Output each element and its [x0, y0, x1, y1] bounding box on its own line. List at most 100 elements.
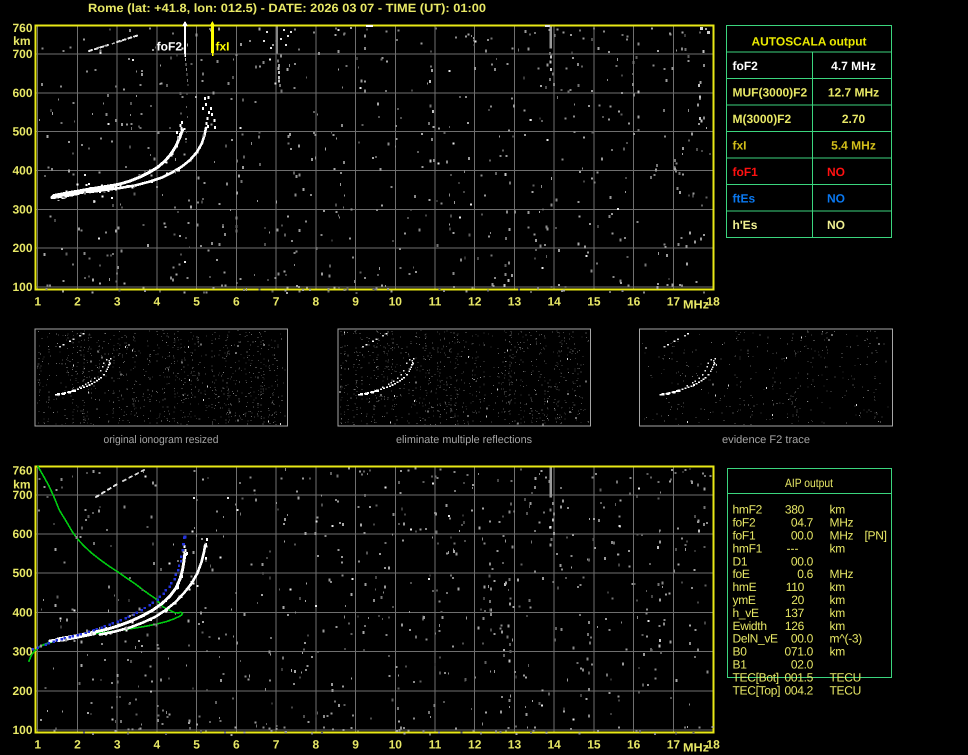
svg-text:5: 5	[193, 738, 200, 752]
svg-text:eliminate multiple reflections: eliminate multiple reflections	[396, 434, 532, 446]
svg-text:evidence F2 trace: evidence F2 trace	[722, 434, 810, 446]
svg-text:110: 110	[786, 580, 805, 594]
svg-text:00.0: 00.0	[791, 632, 814, 646]
svg-text:fxI: fxI	[733, 139, 747, 153]
svg-text:11: 11	[429, 295, 442, 309]
svg-text:1: 1	[34, 295, 41, 309]
svg-text:4: 4	[154, 738, 161, 752]
svg-text:12: 12	[468, 295, 482, 309]
svg-text:13: 13	[508, 295, 522, 309]
svg-text:200: 200	[12, 684, 32, 698]
svg-text:3: 3	[114, 738, 121, 752]
svg-text:4.7 MHz: 4.7 MHz	[831, 59, 876, 73]
svg-text:foF1: foF1	[733, 165, 759, 179]
svg-text:DelN_vE: DelN_vE	[733, 632, 779, 646]
svg-text:km: km	[830, 541, 846, 555]
svg-text:fxI: fxI	[216, 40, 230, 54]
svg-text:8: 8	[312, 738, 319, 752]
svg-text:km: km	[830, 593, 846, 607]
svg-text:600: 600	[12, 86, 32, 100]
svg-text:hmE: hmE	[733, 580, 757, 594]
svg-text:D1: D1	[733, 554, 748, 568]
svg-text:0.6: 0.6	[797, 567, 813, 581]
svg-text:10: 10	[389, 295, 403, 309]
svg-text:15: 15	[587, 738, 601, 752]
svg-text:---: ---	[787, 541, 799, 555]
svg-text:200: 200	[12, 241, 32, 255]
svg-text:km: km	[830, 619, 846, 633]
svg-text:13: 13	[508, 738, 522, 752]
svg-text:original ionogram resized: original ionogram resized	[104, 434, 219, 446]
svg-text:004.2: 004.2	[784, 683, 813, 697]
svg-text:400: 400	[12, 605, 32, 619]
svg-text:Ewidth: Ewidth	[733, 619, 767, 633]
svg-text:700: 700	[12, 488, 32, 502]
svg-text:6: 6	[233, 738, 240, 752]
svg-text:[PN]: [PN]	[865, 529, 887, 543]
svg-text:foE: foE	[733, 567, 750, 581]
svg-text:10: 10	[389, 738, 403, 752]
svg-text:NO: NO	[827, 192, 845, 206]
svg-text:foF2: foF2	[733, 516, 756, 530]
svg-text:NO: NO	[827, 165, 845, 179]
svg-text:2.70: 2.70	[842, 112, 866, 126]
svg-text:2: 2	[74, 738, 81, 752]
svg-text:5: 5	[193, 295, 200, 309]
svg-text:B1: B1	[733, 658, 748, 672]
svg-text:M(3000)F2: M(3000)F2	[733, 112, 792, 126]
svg-text:8: 8	[312, 295, 319, 309]
svg-text:5.4 MHz: 5.4 MHz	[831, 139, 876, 153]
svg-text:14: 14	[548, 738, 562, 752]
svg-text:11: 11	[429, 738, 442, 752]
svg-text:9: 9	[352, 295, 359, 309]
svg-text:400: 400	[12, 164, 32, 178]
svg-text:MHz: MHz	[683, 741, 709, 755]
svg-text:001.5: 001.5	[784, 670, 813, 684]
svg-text:NO: NO	[827, 218, 845, 232]
svg-text:17: 17	[667, 738, 681, 752]
svg-text:12: 12	[468, 738, 482, 752]
svg-text:MHz: MHz	[830, 529, 854, 543]
svg-text:km: km	[13, 34, 30, 48]
svg-text:m^(-3): m^(-3)	[830, 632, 863, 646]
svg-text:16: 16	[627, 738, 641, 752]
svg-text:km: km	[830, 645, 846, 659]
svg-text:16: 16	[627, 295, 641, 309]
svg-text:100: 100	[12, 280, 32, 294]
svg-text:Rome (lat: +41.8, lon: 012.5): Rome (lat: +41.8, lon: 012.5) - DATE: 20…	[88, 1, 486, 15]
svg-text:500: 500	[12, 125, 32, 139]
svg-text:foF2: foF2	[157, 40, 183, 54]
svg-text:B0: B0	[733, 645, 748, 659]
svg-text:AIP output: AIP output	[785, 476, 834, 490]
svg-text:14: 14	[548, 295, 562, 309]
svg-text:h'Es: h'Es	[733, 218, 758, 232]
svg-text:15: 15	[587, 295, 601, 309]
svg-text:hmF1: hmF1	[733, 541, 763, 555]
svg-text:3: 3	[114, 295, 121, 309]
svg-text:04.7: 04.7	[791, 516, 814, 530]
svg-text:9: 9	[352, 738, 359, 752]
svg-text:100: 100	[12, 723, 32, 737]
svg-text:km: km	[830, 503, 846, 517]
svg-text:126: 126	[785, 619, 805, 633]
svg-text:6: 6	[233, 295, 240, 309]
svg-text:TEC[Top]: TEC[Top]	[733, 683, 781, 697]
svg-text:300: 300	[12, 645, 32, 659]
svg-text:foF2: foF2	[733, 59, 759, 73]
svg-text:00.0: 00.0	[791, 529, 814, 543]
svg-text:km: km	[830, 580, 846, 594]
svg-text:TECU: TECU	[830, 683, 861, 697]
svg-text:17: 17	[667, 295, 681, 309]
svg-text:7: 7	[273, 738, 280, 752]
svg-text:MHz: MHz	[683, 298, 709, 312]
svg-text:760: 760	[12, 464, 32, 478]
svg-text:380: 380	[785, 503, 805, 517]
svg-text:4: 4	[154, 295, 161, 309]
svg-text:ymE: ymE	[733, 593, 756, 607]
svg-text:7: 7	[273, 295, 280, 309]
svg-text:300: 300	[12, 202, 32, 216]
svg-text:600: 600	[12, 527, 32, 541]
svg-text:1: 1	[34, 738, 41, 752]
svg-text:20: 20	[791, 593, 804, 607]
svg-text:760: 760	[12, 21, 32, 35]
